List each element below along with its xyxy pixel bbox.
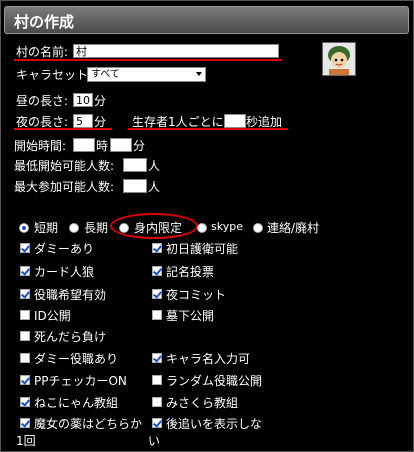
charset-select-value: すべて (91, 69, 120, 80)
option-label-night-commit: 夜コミット (166, 288, 227, 302)
village-name-label: 村の名前: (16, 45, 69, 59)
option-label-misakura: みさくら教組 (166, 396, 239, 410)
day-length-unit: 分 (94, 94, 107, 108)
character-avatar-icon (323, 43, 355, 75)
checkbox-lose-on-death[interactable] (20, 331, 30, 341)
minute-unit: 分 (133, 139, 146, 153)
option-label-lose-on-death: 死んだら負け (34, 330, 107, 344)
checkbox-pp-checker[interactable] (20, 375, 30, 385)
hour-unit: 時 (96, 139, 109, 153)
option-label-role-request: 役職希望有効 (34, 288, 107, 302)
checkbox-char-name-input[interactable] (152, 353, 162, 363)
avatar (322, 42, 356, 76)
option-label-pp-checker: PPチェッカーON (34, 374, 127, 388)
start-hour-input[interactable] (73, 138, 95, 152)
survivor-bonus-input[interactable] (224, 114, 246, 128)
radio-contact[interactable] (253, 223, 263, 233)
checkbox-id-public[interactable] (20, 310, 30, 320)
option-label-random-role-public: ランダム役職公開 (166, 374, 263, 388)
chevron-down-icon (196, 72, 202, 76)
start-minute-input[interactable] (110, 138, 132, 152)
option-label-witch-potion: 魔女の薬はどちらか (34, 417, 143, 431)
option-label-char-name-input: キャラ名入力可 (166, 352, 251, 366)
option-label-dummy-role: ダミー役職あり (34, 352, 119, 366)
checkbox-hide-followup[interactable] (152, 418, 162, 428)
highlight-underline-name (14, 59, 282, 61)
max-players-label: 最大参加可能人数: (14, 180, 115, 194)
checkbox-nekonyan[interactable] (20, 397, 30, 407)
radio-skype[interactable] (197, 223, 207, 233)
checkbox-night-commit[interactable] (152, 289, 162, 299)
day-length-input[interactable]: 10 (73, 93, 93, 107)
option-label-witch-potion-wrap: 1回 (16, 434, 36, 448)
highlight-underline-survivor (128, 128, 288, 130)
checkbox-grave-public[interactable] (152, 310, 162, 320)
min-players-unit: 人 (148, 159, 161, 173)
checkbox-named-vote[interactable] (152, 266, 162, 276)
title-bar: 村の作成 (4, 6, 409, 34)
checkbox-first-day-guard[interactable] (152, 243, 162, 253)
option-label-grave-public: 墓下公開 (166, 309, 215, 323)
day-length-label: 昼の長さ: (16, 94, 69, 108)
checkbox-dummy[interactable] (20, 243, 30, 253)
checkbox-random-role-public[interactable] (152, 375, 162, 385)
charset-select[interactable]: すべて (87, 67, 206, 82)
option-label-dummy: ダミーあり (34, 242, 95, 256)
charset-label: キャラセット: (16, 68, 93, 82)
checkbox-card-wolf[interactable] (20, 266, 30, 276)
mode-skype-label: skype (211, 220, 243, 233)
village-name-input[interactable]: 村 (73, 44, 279, 58)
night-length-input[interactable]: 5 (73, 114, 93, 128)
max-players-unit: 人 (148, 180, 161, 194)
radio-short-term[interactable] (19, 223, 29, 233)
highlight-circle-private (110, 213, 198, 239)
max-players-input[interactable] (123, 179, 147, 193)
start-time-label: 開始時間: (14, 139, 67, 153)
mode-contact-label: 連絡/廃村 (267, 221, 320, 235)
option-label-hide-followup-wrap: い (148, 434, 161, 448)
checkbox-misakura[interactable] (152, 397, 162, 407)
option-label-card-wolf: カード人狼 (34, 265, 95, 279)
min-players-label: 最低開始可能人数: (14, 159, 115, 173)
min-players-input[interactable] (123, 158, 147, 172)
highlight-underline-night (14, 128, 112, 130)
checkbox-witch-potion[interactable] (20, 418, 30, 428)
option-label-hide-followup: 後追いを表示しな (166, 417, 263, 431)
option-label-named-vote: 記名投票 (166, 265, 215, 279)
page-title: 村の作成 (14, 13, 75, 31)
option-label-id-public: ID公開 (34, 309, 71, 323)
option-label-first-day-guard: 初日護衛可能 (166, 242, 239, 256)
checkbox-role-request[interactable] (20, 289, 30, 299)
checkbox-dummy-role[interactable] (20, 353, 30, 363)
mode-long-label: 長期 (84, 221, 109, 235)
radio-long-term[interactable] (69, 223, 79, 233)
mode-short-label: 短期 (34, 221, 59, 235)
option-label-nekonyan: ねこにゃん教組 (34, 396, 119, 410)
